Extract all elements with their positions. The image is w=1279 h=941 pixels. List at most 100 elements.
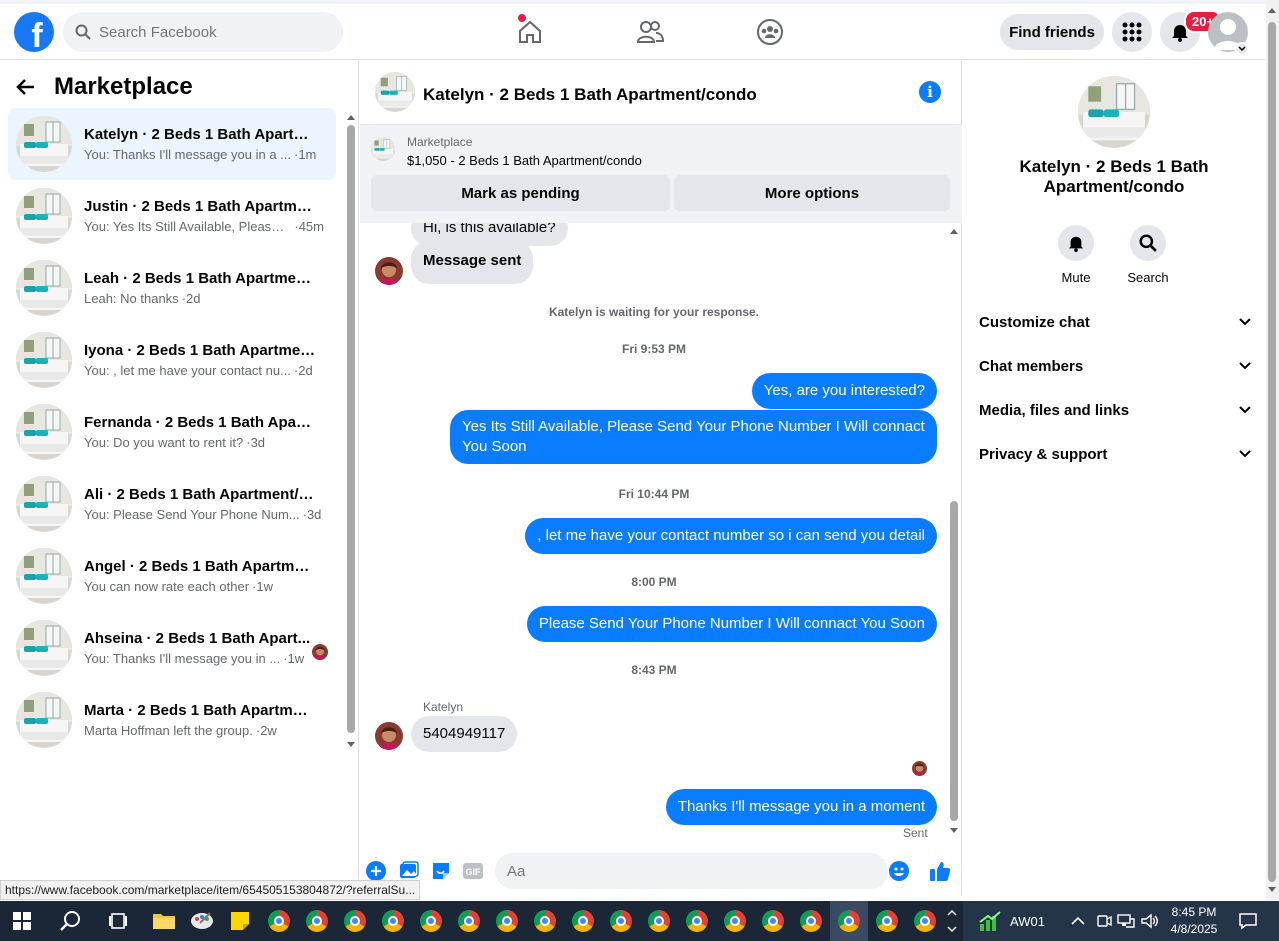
volume-icon[interactable]: [1136, 907, 1164, 935]
conversation-item[interactable]: Katelyn · 2 Beds 1 Bath Apartme... You: T…: [8, 108, 336, 180]
scroll-down-icon[interactable]: [1267, 886, 1277, 894]
message-bubble-incoming[interactable]: Message sent: [411, 241, 534, 284]
chat-title[interactable]: Katelyn · 2 Beds 1 Bath Apartment/condo: [423, 85, 757, 105]
scroll-up-icon[interactable]: [346, 113, 356, 121]
listing-price-title[interactable]: $1,050 - 2 Beds 1 Bath Apartment/condo: [407, 153, 642, 168]
chrome-window-button[interactable]: [303, 907, 331, 935]
message-input-wrapper[interactable]: [495, 853, 909, 889]
chrome-window-button[interactable]: [265, 907, 293, 935]
search-label: Search: [1127, 270, 1169, 285]
chat-header-thumbnail[interactable]: [375, 72, 415, 112]
search-input[interactable]: [99, 23, 319, 41]
scroll-up-icon[interactable]: [1267, 6, 1277, 14]
scroll-down-icon[interactable]: [346, 741, 356, 749]
taskbar-search-button[interactable]: [56, 907, 84, 935]
privacy-support-section[interactable]: Privacy & support: [979, 442, 1251, 466]
clock-date[interactable]: 4/8/2025: [1162, 922, 1226, 936]
conversation-item[interactable]: Marta · 2 Beds 1 Bath Apartmen... Marta H…: [8, 684, 336, 756]
chrome-window-button[interactable]: [797, 907, 825, 935]
conversation-preview: You: Thanks I'll message you in a ... ·1m: [84, 147, 324, 162]
customize-chat-section[interactable]: Customize chat: [979, 310, 1251, 334]
chrome-window-button[interactable]: [455, 907, 483, 935]
conversation-item[interactable]: Ali · 2 Beds 1 Bath Apartment/co... You: …: [8, 468, 336, 540]
chat-members-section[interactable]: Chat members: [979, 354, 1251, 378]
seen-by-avatar: [312, 644, 328, 660]
plus-circle-icon[interactable]: [366, 861, 386, 881]
more-options-button[interactable]: More options: [674, 175, 950, 211]
photo-icon[interactable]: [399, 861, 419, 881]
info-icon[interactable]: i: [919, 81, 941, 103]
mark-as-pending-button[interactable]: Mark as pending: [371, 175, 670, 211]
listing-thumbnail[interactable]: [371, 137, 395, 161]
nav-home[interactable]: [470, 4, 590, 60]
chrome-window-button[interactable]: [683, 907, 711, 935]
chat-info-thumbnail[interactable]: [1078, 76, 1150, 148]
chrome-window-button[interactable]: [341, 907, 369, 935]
katelyn-avatar[interactable]: [375, 722, 403, 750]
media-files-links-section[interactable]: Media, files and links: [979, 398, 1251, 422]
message-bubble-outgoing[interactable]: , let me have your contact number so i c…: [525, 518, 937, 554]
sticky-notes-button[interactable]: [226, 907, 254, 935]
chrome-window-button[interactable]: [721, 907, 749, 935]
task-view-button[interactable]: [104, 907, 132, 935]
search-conversation-button[interactable]: Search: [1118, 225, 1178, 285]
message-bubble-incoming[interactable]: 5404949117: [411, 716, 518, 752]
clock-time[interactable]: 8:45 PM: [1162, 905, 1226, 919]
chat-scroll-thumb[interactable]: [950, 501, 958, 821]
thumbs-up-icon[interactable]: [929, 860, 951, 882]
search-circle[interactable]: [1130, 225, 1166, 261]
chrome-window-button[interactable]: [873, 907, 901, 935]
facebook-logo[interactable]: f: [14, 12, 54, 52]
conversation-text: Marta · 2 Beds 1 Bath Apartmen... Marta H…: [84, 702, 324, 738]
aw01-app-button[interactable]: [976, 907, 1004, 935]
katelyn-avatar[interactable]: [375, 257, 403, 285]
page-scroll-thumb[interactable]: [1268, 22, 1276, 882]
conversation-item[interactable]: Justin · 2 Beds 1 Bath Apartment... You: …: [8, 180, 336, 252]
chrome-window-button[interactable]: [569, 907, 597, 935]
message-bubble-outgoing[interactable]: Thanks I'll message you in a moment: [665, 789, 937, 825]
chrome-window-button[interactable]: [607, 907, 635, 935]
friends-icon: [636, 21, 664, 43]
left-scroll-thumb[interactable]: [347, 125, 355, 733]
mute-button[interactable]: Mute: [1046, 225, 1106, 285]
menu-button[interactable]: [1112, 12, 1152, 52]
taskbar-scroll[interactable]: [945, 907, 959, 935]
scroll-down-icon[interactable]: [949, 827, 959, 835]
chrome-window-button[interactable]: [417, 907, 445, 935]
conversation-item[interactable]: Angel · 2 Beds 1 Bath Apartment... You ca…: [8, 540, 336, 612]
message-input[interactable]: [507, 862, 847, 880]
scroll-up-icon[interactable]: [949, 227, 959, 235]
sticker-icon[interactable]: [431, 861, 451, 881]
account-caret[interactable]: [1235, 42, 1249, 56]
nav-friends[interactable]: [590, 4, 710, 60]
conversation-item[interactable]: Fernanda · 2 Beds 1 Bath Apart... You: Do…: [8, 396, 336, 468]
page-scrollbar[interactable]: [1266, 0, 1279, 900]
emoji-icon[interactable]: [889, 861, 909, 881]
message-bubble-outgoing[interactable]: Yes, are you interested?: [751, 373, 937, 409]
find-friends-button[interactable]: Find friends: [1000, 14, 1104, 50]
chrome-window-button[interactable]: [759, 907, 787, 935]
conversation-item[interactable]: Ahseina · 2 Beds 1 Bath Apart... You: Tha…: [8, 612, 336, 684]
back-arrow-icon[interactable]: [16, 77, 36, 97]
conversation-item[interactable]: Leah · 2 Beds 1 Bath Apartment/... Leah: …: [8, 252, 336, 324]
chrome-window-button[interactable]: [645, 907, 673, 935]
file-explorer-button[interactable]: [150, 907, 178, 935]
chrome-window-button[interactable]: [830, 901, 868, 941]
search-bar[interactable]: [63, 12, 343, 52]
chrome-window-button[interactable]: [493, 907, 521, 935]
notification-center-button[interactable]: [1234, 907, 1262, 935]
paint-app-button[interactable]: [188, 907, 216, 935]
chrome-window-button[interactable]: [531, 907, 559, 935]
show-hidden-icons[interactable]: [1064, 907, 1092, 935]
gif-icon[interactable]: GIF: [462, 861, 484, 881]
chrome-window-button[interactable]: [379, 907, 407, 935]
left-scrollbar[interactable]: [346, 111, 356, 751]
chat-scrollbar[interactable]: [948, 227, 960, 839]
mute-circle[interactable]: [1058, 225, 1094, 261]
message-bubble-outgoing[interactable]: Yes Its Still Available, Please Send You…: [450, 410, 937, 464]
message-bubble-outgoing[interactable]: Please Send Your Phone Number I Will con…: [526, 606, 937, 642]
nav-groups[interactable]: [710, 4, 830, 60]
conversation-item[interactable]: Iyona · 2 Beds 1 Bath Apartment... You: ,…: [8, 324, 336, 396]
start-button[interactable]: [8, 907, 36, 935]
chrome-window-button[interactable]: [911, 907, 939, 935]
